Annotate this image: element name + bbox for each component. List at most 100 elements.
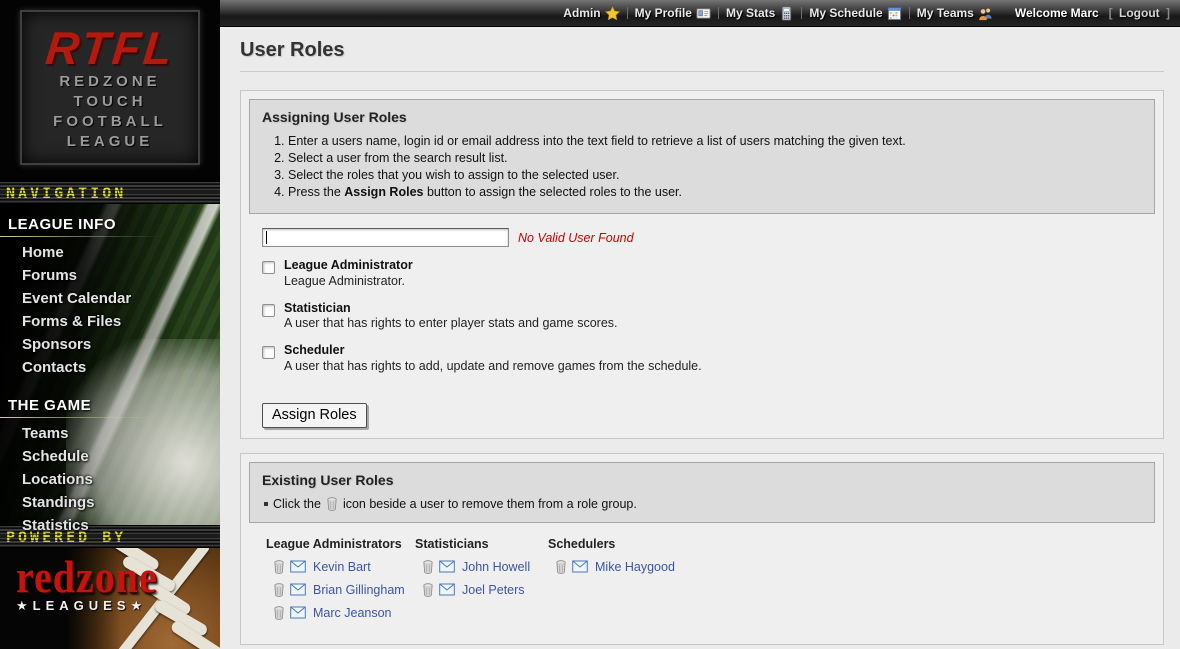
- topbar-item-label: My Profile: [635, 6, 692, 20]
- remove-user-icon[interactable]: [273, 560, 285, 574]
- user-search-row: No Valid User Found: [262, 228, 1155, 247]
- remove-hint: Click the icon beside a user to remove t…: [262, 497, 1142, 511]
- remove-user-icon[interactable]: [422, 560, 434, 574]
- group-title: Statisticians: [415, 537, 548, 551]
- topbar-item-my-teams[interactable]: My Teams: [917, 6, 993, 21]
- assign-roles-form: No Valid User Found League Administrator…: [249, 214, 1155, 430]
- assign-roles-button[interactable]: Assign Roles: [262, 403, 367, 428]
- user-row: Marc Jeanson: [266, 606, 415, 620]
- star-icon: [605, 6, 620, 21]
- nav-underline: [0, 417, 160, 418]
- existing-roles-header-box: Existing User Roles Click the icon besid…: [249, 462, 1155, 523]
- instruction-list: Enter a users name, login id or email ad…: [288, 134, 1142, 199]
- nav-underline: [0, 236, 160, 237]
- sidebar-item-schedule[interactable]: Schedule: [0, 445, 220, 468]
- remove-user-icon[interactable]: [273, 606, 285, 620]
- user-link[interactable]: John Howell: [462, 560, 530, 574]
- group-title: Schedulers: [548, 537, 675, 551]
- user-link[interactable]: Marc Jeanson: [313, 606, 392, 620]
- topbar-item-my-stats[interactable]: My Stats: [726, 6, 794, 21]
- hint-text: icon beside a user to remove them from a…: [343, 497, 637, 511]
- nav-section-the-game: THE GAME Teams Schedule Locations Standi…: [0, 391, 220, 537]
- role-option-league-administrator: League Administrator League Administrato…: [262, 259, 1155, 288]
- no-valid-user-message: No Valid User Found: [518, 231, 634, 245]
- email-user-icon[interactable]: [290, 583, 306, 596]
- welcome-message: Welcome Marc: [1015, 6, 1099, 20]
- page-title: User Roles: [240, 39, 1164, 72]
- statistician-checkbox[interactable]: [262, 304, 275, 317]
- sidebar-item-sponsors[interactable]: Sponsors: [0, 333, 220, 356]
- logout-link[interactable]: Logout: [1119, 6, 1160, 20]
- assign-roles-instructions-box: Assigning User Roles Enter a users name,…: [249, 99, 1155, 214]
- sidebar-item-standings[interactable]: Standings: [0, 491, 220, 514]
- sidebar-item-contacts[interactable]: Contacts: [0, 356, 220, 379]
- topbar-separator: [718, 7, 719, 19]
- group-statisticians: Statisticians John Howell Joel Peters: [415, 537, 548, 620]
- sidebar-item-forms-files[interactable]: Forms & Files: [0, 310, 220, 333]
- user-link[interactable]: Mike Haygood: [595, 560, 675, 574]
- user-row: Kevin Bart: [266, 560, 415, 574]
- remove-user-icon[interactable]: [422, 583, 434, 597]
- logout-control: [ Logout ]: [1109, 6, 1170, 20]
- assign-roles-panel: Assigning User Roles Enter a users name,…: [240, 90, 1164, 439]
- logout-bracket: [: [1109, 6, 1113, 20]
- nav-gap: [0, 379, 220, 391]
- user-link[interactable]: Joel Peters: [462, 583, 525, 597]
- topbar-separator: [909, 7, 910, 19]
- existing-roles-panel: Existing User Roles Click the icon besid…: [240, 453, 1164, 645]
- league-administrator-checkbox[interactable]: [262, 261, 275, 274]
- sidebar-item-teams[interactable]: Teams: [0, 422, 220, 445]
- user-link[interactable]: Brian Gillingham: [313, 583, 405, 597]
- email-user-icon[interactable]: [439, 560, 455, 573]
- email-user-icon[interactable]: [290, 606, 306, 619]
- sidebar-item-statistics[interactable]: Statistics: [0, 514, 220, 537]
- user-row: John Howell: [415, 560, 548, 574]
- trash-bin-icon: [326, 497, 338, 511]
- step-text: button to assign the selected roles to t…: [423, 185, 682, 199]
- role-name: League Administrator: [284, 259, 413, 273]
- group-league-administrators: League Administrators Kevin Bart Brian G…: [266, 537, 415, 620]
- sidebar-item-locations[interactable]: Locations: [0, 468, 220, 491]
- text-caret: [266, 231, 267, 244]
- sidebar-menu: LEAGUE INFO Home Forums Event Calendar F…: [0, 204, 220, 525]
- role-groups: League Administrators Kevin Bart Brian G…: [249, 523, 1155, 636]
- topbar-item-my-schedule[interactable]: My Schedule: [809, 6, 901, 21]
- logout-bracket: ]: [1166, 6, 1170, 20]
- email-user-icon[interactable]: [572, 560, 588, 573]
- sidebar-item-home[interactable]: Home: [0, 241, 220, 264]
- topbar-separator: [627, 7, 628, 19]
- navigation-led-banner: NAVIGATION: [0, 181, 220, 204]
- email-user-icon[interactable]: [439, 583, 455, 596]
- role-option-scheduler: Scheduler A user that has rights to add,…: [262, 344, 1155, 373]
- rtfl-logo: RTFL REDZONE TOUCH FOOTBALL LEAGUE: [20, 10, 200, 165]
- remove-user-icon[interactable]: [273, 583, 285, 597]
- topbar-item-label: My Schedule: [809, 6, 882, 20]
- user-search-input[interactable]: [262, 228, 509, 247]
- sidebar-item-forums[interactable]: Forums: [0, 264, 220, 287]
- role-name: Scheduler: [284, 344, 702, 358]
- topbar-item-label: Admin: [563, 6, 600, 20]
- topbar-separator: [801, 7, 802, 19]
- rtfl-logo-acronym: RTFL: [43, 25, 177, 71]
- group-title: League Administrators: [266, 537, 415, 551]
- sidebar: RTFL REDZONE TOUCH FOOTBALL LEAGUE NAVIG…: [0, 0, 220, 649]
- instruction-step: Press the Assign Roles button to assign …: [288, 185, 1142, 199]
- user-row: Mike Haygood: [548, 560, 675, 574]
- topbar-item-my-profile[interactable]: My Profile: [635, 6, 711, 21]
- user-search-input-wrap: [262, 228, 509, 247]
- nav-section-title: THE GAME: [0, 391, 220, 417]
- user-link[interactable]: Kevin Bart: [313, 560, 371, 574]
- redzone-logo-text: redzone: [16, 554, 220, 600]
- redzone-leagues-logo: redzone ★LEAGUES★: [0, 548, 220, 614]
- role-name: Statistician: [284, 302, 618, 316]
- sidebar-item-event-calendar[interactable]: Event Calendar: [0, 287, 220, 310]
- existing-roles-heading: Existing User Roles: [262, 472, 1142, 488]
- email-user-icon[interactable]: [290, 560, 306, 573]
- scheduler-checkbox[interactable]: [262, 346, 275, 359]
- remove-user-icon[interactable]: [555, 560, 567, 574]
- rtfl-logo-line: FOOTBALL: [53, 112, 167, 131]
- app-root: RTFL REDZONE TOUCH FOOTBALL LEAGUE NAVIG…: [0, 0, 1180, 649]
- role-description: League Administrator.: [284, 274, 413, 288]
- league-logo-area: RTFL REDZONE TOUCH FOOTBALL LEAGUE: [0, 0, 220, 181]
- topbar-item-admin[interactable]: Admin: [563, 6, 619, 21]
